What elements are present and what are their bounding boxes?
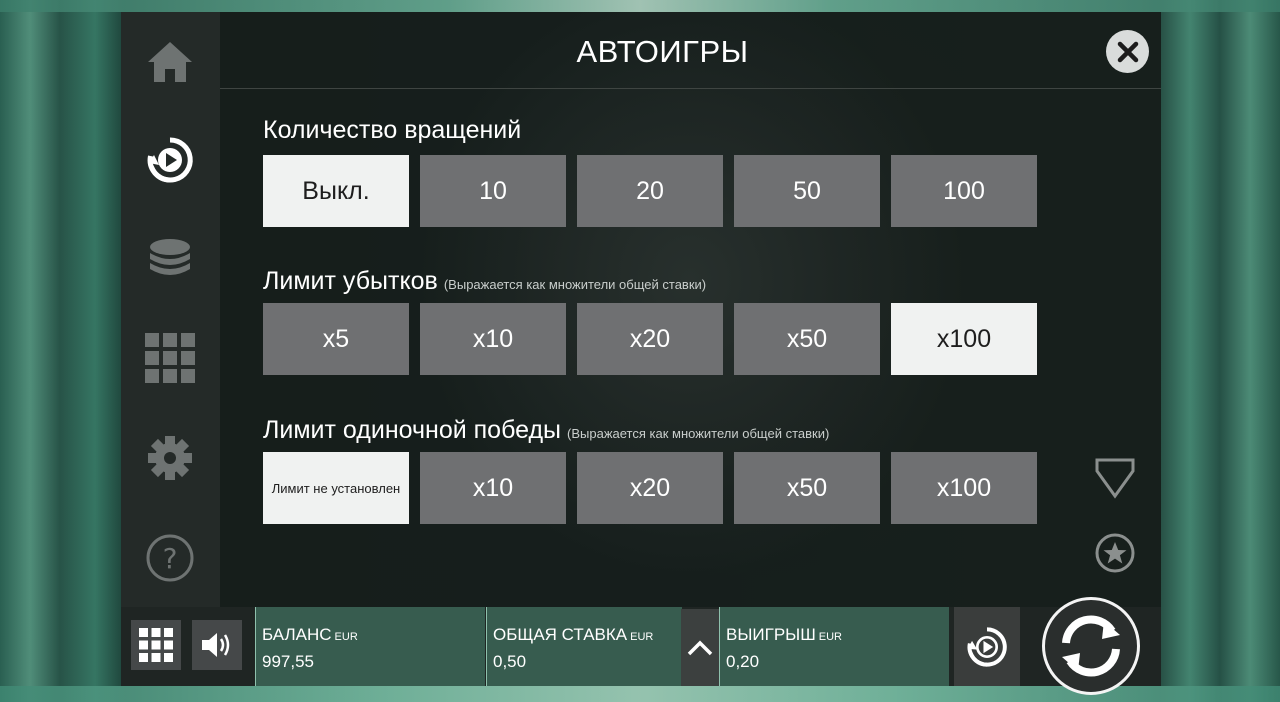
win-limit-hint: (Выражается как множители общей ставки)	[567, 426, 830, 441]
autoplay-small-icon	[967, 626, 1007, 667]
win-limit-label: Лимит одиночной победы	[263, 416, 562, 444]
win-limit-option-x100[interactable]: x100	[891, 452, 1037, 524]
loss-limit-option-x100[interactable]: x100	[891, 303, 1037, 375]
autoplay-panel: АВТОИГРЫ Количество вращений Выкл. 10 20…	[220, 12, 1161, 607]
balance-label: БАЛАНС EUR	[262, 625, 358, 645]
close-button[interactable]	[1106, 30, 1149, 73]
autoplay-button[interactable]	[954, 607, 1020, 686]
total-bet-display: ОБЩАЯ СТАВКА EUR 0,50	[486, 607, 682, 686]
spins-section-label: Количество вращений	[263, 116, 521, 145]
loss-limit-section-label: Лимит убытков (Выражается как множители о…	[263, 267, 706, 296]
svg-text:?: ?	[163, 542, 178, 575]
win-label-text: ВЫИГРЫШ	[726, 625, 816, 644]
spins-option-50[interactable]: 50	[734, 155, 880, 227]
chevron-up-icon	[687, 640, 713, 655]
loss-limit-option-x5[interactable]: x5	[263, 303, 409, 375]
bet-increase-button[interactable]	[681, 609, 719, 686]
total-bet-value: 0,50	[493, 652, 527, 671]
spins-option-10[interactable]: 10	[420, 155, 566, 227]
balance-label-text: БАЛАНС	[262, 625, 332, 644]
total-bet-currency: EUR	[630, 631, 654, 643]
loss-limit-label: Лимит убытков	[263, 267, 438, 295]
total-bet-label-text: ОБЩАЯ СТАВКА	[493, 625, 628, 644]
close-icon	[1117, 41, 1138, 62]
menu-grid-icon	[139, 628, 173, 662]
win-limit-option-none[interactable]: Лимит не установлен	[263, 452, 409, 524]
spins-option-off[interactable]: Выкл.	[263, 155, 409, 227]
shield-button[interactable]	[1094, 457, 1136, 504]
coins-icon[interactable]	[144, 234, 196, 286]
spins-label: Количество вращений	[263, 116, 522, 144]
total-bet-label: ОБЩАЯ СТАВКА EUR	[493, 625, 653, 645]
help-icon[interactable]: ?	[144, 532, 196, 584]
loss-limit-option-x10[interactable]: x10	[420, 303, 566, 375]
grid-icon[interactable]	[144, 332, 196, 384]
autoplay-icon[interactable]	[144, 134, 196, 186]
win-limit-option-x50[interactable]: x50	[734, 452, 880, 524]
favorite-button[interactable]	[1094, 532, 1136, 579]
balance-value: 997,55	[262, 652, 314, 671]
gear-icon[interactable]	[144, 432, 196, 484]
menu-button[interactable]	[131, 620, 181, 670]
win-limit-section-label: Лимит одиночной победы (Выражается как мн…	[263, 416, 829, 445]
sidebar: ?	[121, 12, 220, 607]
win-value: 0,20	[726, 652, 760, 671]
shield-icon	[1095, 458, 1135, 499]
spin-arrows-icon	[1062, 615, 1120, 677]
spins-option-20[interactable]: 20	[577, 155, 723, 227]
loss-limit-hint: (Выражается как множители общей ставки)	[443, 277, 707, 292]
loss-limit-option-x50[interactable]: x50	[734, 303, 880, 375]
win-currency: EUR	[818, 631, 843, 643]
bottom-bar: БАЛАНС EUR 997,55 ОБЩАЯ СТАВКА EUR 0,50 ВЫ…	[121, 597, 1161, 695]
win-limit-option-x20[interactable]: x20	[577, 452, 723, 524]
sound-button[interactable]	[192, 620, 242, 670]
win-limit-option-x10[interactable]: x10	[420, 452, 566, 524]
balance-display: БАЛАНС EUR 997,55	[255, 607, 485, 686]
loss-limit-option-x20[interactable]: x20	[577, 303, 723, 375]
win-display: ВЫИГРЫШ EUR 0,20	[719, 607, 949, 686]
spin-button[interactable]	[1042, 597, 1140, 695]
title-divider	[220, 88, 1161, 89]
star-icon	[1095, 533, 1135, 573]
balance-currency: EUR	[334, 631, 358, 643]
home-icon[interactable]	[144, 36, 196, 88]
spins-option-100[interactable]: 100	[891, 155, 1037, 227]
win-label: ВЫИГРЫШ EUR	[726, 625, 842, 645]
background-top	[0, 0, 1280, 12]
speaker-icon	[202, 633, 230, 657]
panel-title: АВТОИГРЫ	[576, 34, 749, 69]
